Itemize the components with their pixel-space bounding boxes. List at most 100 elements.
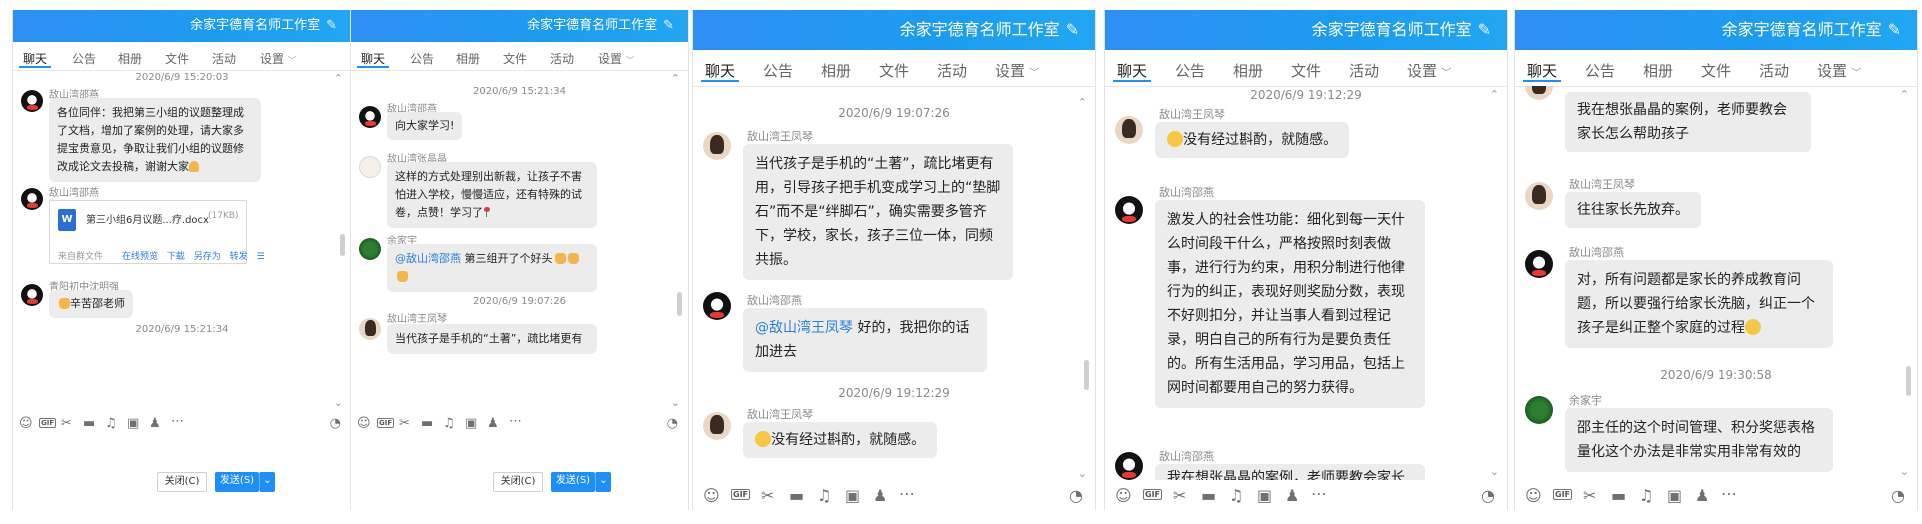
avatar[interactable] [359, 106, 381, 128]
download-link[interactable]: 下载 [167, 252, 185, 262]
image-icon[interactable]: ▣ [1667, 486, 1682, 505]
tab-activity[interactable]: 活动 [212, 50, 236, 67]
avatar[interactable] [359, 318, 381, 340]
mention[interactable]: @敌山湾邵燕 [395, 252, 461, 265]
music-icon[interactable]: ♫ [1229, 486, 1243, 505]
tab-files[interactable]: 文件 [503, 50, 527, 67]
emoji-icon[interactable]: ☺ [1525, 486, 1542, 505]
scissors-icon[interactable]: ✂ [61, 416, 72, 431]
avatar[interactable] [703, 412, 731, 440]
message-list[interactable]: ⌃ ⌄ 2020/6/9 19:12:29 敌山湾王凤琴 没有经过斟酌，就随感。… [1105, 86, 1507, 480]
scissors-icon[interactable]: ✂ [399, 416, 410, 431]
tab-settings[interactable]: 设置 ﹀ [598, 50, 634, 67]
avatar[interactable] [1525, 250, 1553, 278]
send-options-button[interactable]: ⌄ [259, 472, 275, 492]
tab-activity[interactable]: 活动 [937, 60, 967, 81]
folder-icon[interactable]: ▬ [421, 416, 433, 431]
avatar[interactable] [1525, 182, 1553, 210]
tab-album[interactable]: 相册 [1643, 60, 1673, 81]
message-list[interactable]: ⌃ ⌄ 2020/6/9 15:20:03 敌山湾邵燕 各位同伴：我把第三小组的… [13, 70, 351, 411]
bell-icon[interactable]: ♟ [149, 416, 161, 431]
more-icon[interactable]: ⋯ [1311, 484, 1327, 503]
edit-icon[interactable]: ✎ [1888, 10, 1901, 50]
more-menu-icon[interactable]: ☰ [257, 252, 265, 262]
message-list[interactable]: ⌃ ⌄ 2020/6/9 19:07:26 敌山湾王凤琴 当代孩子是手机的“土著… [693, 96, 1095, 480]
file-card[interactable]: W 第三小组6月议题...疗.docx (17KB) 来自群文件 在线预览 下载… [49, 200, 265, 264]
tab-announcement[interactable]: 公告 [410, 50, 434, 67]
scroll-up-arrow[interactable]: ⌃ [671, 72, 680, 85]
emoji-icon[interactable]: ☺ [1115, 486, 1132, 505]
bell-icon[interactable]: ♟ [1285, 486, 1299, 505]
scroll-down-arrow[interactable]: ⌄ [671, 396, 680, 409]
tab-files[interactable]: 文件 [879, 60, 909, 81]
more-icon[interactable]: ⋯ [509, 414, 522, 429]
tab-chat[interactable]: 聊天 [700, 60, 740, 82]
scrollbar-thumb[interactable] [340, 234, 345, 256]
tab-settings[interactable]: 设置 ﹀ [995, 60, 1040, 81]
avatar[interactable] [359, 238, 381, 260]
scissors-icon[interactable]: ✂ [761, 486, 774, 505]
image-icon[interactable]: ▣ [1257, 486, 1272, 505]
music-icon[interactable]: ♫ [105, 416, 117, 431]
gif-icon[interactable]: GIF [1553, 489, 1573, 500]
history-clock-icon[interactable]: ◔ [1891, 486, 1905, 505]
music-icon[interactable]: ♫ [1639, 486, 1653, 505]
scroll-down-arrow[interactable]: ⌄ [334, 396, 343, 409]
forward-link[interactable]: 转发 [230, 252, 248, 262]
history-clock-icon[interactable]: ◔ [1069, 486, 1083, 505]
tab-album[interactable]: 相册 [118, 50, 142, 67]
edit-icon[interactable]: ✎ [1478, 10, 1491, 50]
avatar[interactable] [21, 284, 43, 306]
image-icon[interactable]: ▣ [845, 486, 860, 505]
scroll-down-arrow[interactable]: ⌄ [1900, 465, 1909, 478]
tab-activity[interactable]: 活动 [550, 50, 574, 67]
gif-icon[interactable]: GIF [1143, 489, 1163, 500]
send-button[interactable]: 发送(S) [551, 472, 595, 492]
send-button[interactable]: 发送(S) [215, 472, 259, 492]
tab-announcement[interactable]: 公告 [1175, 60, 1205, 81]
edit-icon[interactable]: ✎ [663, 10, 674, 42]
preview-link[interactable]: 在线预览 [122, 252, 158, 262]
scissors-icon[interactable]: ✂ [1583, 486, 1596, 505]
avatar[interactable] [1115, 116, 1143, 144]
tab-album[interactable]: 相册 [1233, 60, 1263, 81]
tab-announcement[interactable]: 公告 [1585, 60, 1615, 81]
mention[interactable]: @敌山湾王凤琴 [755, 320, 853, 336]
tab-settings[interactable]: 设置 ﹀ [1407, 60, 1452, 81]
tab-settings[interactable]: 设置 ﹀ [1817, 60, 1862, 81]
tab-settings[interactable]: 设置 ﹀ [260, 50, 296, 67]
emoji-icon[interactable]: ☺ [703, 486, 720, 505]
emoji-icon[interactable]: ☺ [357, 416, 371, 431]
folder-icon[interactable]: ▬ [1611, 486, 1626, 505]
save-as-link[interactable]: 另存为 [194, 252, 221, 262]
avatar[interactable] [703, 292, 731, 320]
tab-chat[interactable]: 聊天 [356, 50, 390, 68]
tab-announcement[interactable]: 公告 [763, 60, 793, 81]
tab-activity[interactable]: 活动 [1759, 60, 1789, 81]
tab-chat[interactable]: 聊天 [1522, 60, 1562, 82]
send-options-button[interactable]: ⌄ [595, 472, 611, 492]
image-icon[interactable]: ▣ [127, 416, 139, 431]
tab-files[interactable]: 文件 [165, 50, 189, 67]
more-icon[interactable]: ⋯ [171, 414, 184, 429]
bell-icon[interactable]: ♟ [1695, 486, 1709, 505]
avatar[interactable] [1525, 396, 1553, 424]
avatar[interactable] [21, 188, 43, 210]
avatar[interactable] [703, 132, 731, 160]
edit-icon[interactable]: ✎ [1066, 10, 1079, 50]
tab-announcement[interactable]: 公告 [72, 50, 96, 67]
tab-album[interactable]: 相册 [456, 50, 480, 67]
message-list[interactable]: ⌃ ⌄ 2020/6/9 15:21:34 敌山湾邵燕 向大家学习! 敌山湾张晶… [351, 70, 688, 411]
tab-files[interactable]: 文件 [1701, 60, 1731, 81]
history-clock-icon[interactable]: ◔ [667, 416, 678, 431]
avatar[interactable] [21, 90, 43, 112]
scroll-down-arrow[interactable]: ⌄ [1490, 465, 1499, 478]
gif-icon[interactable]: GIF [377, 418, 395, 428]
gif-icon[interactable]: GIF [39, 418, 57, 428]
gif-icon[interactable]: GIF [731, 489, 751, 500]
tab-chat[interactable]: 聊天 [1112, 60, 1152, 82]
more-icon[interactable]: ⋯ [1721, 484, 1737, 503]
folder-icon[interactable]: ▬ [83, 416, 95, 431]
tab-activity[interactable]: 活动 [1349, 60, 1379, 81]
avatar[interactable] [1115, 452, 1143, 480]
